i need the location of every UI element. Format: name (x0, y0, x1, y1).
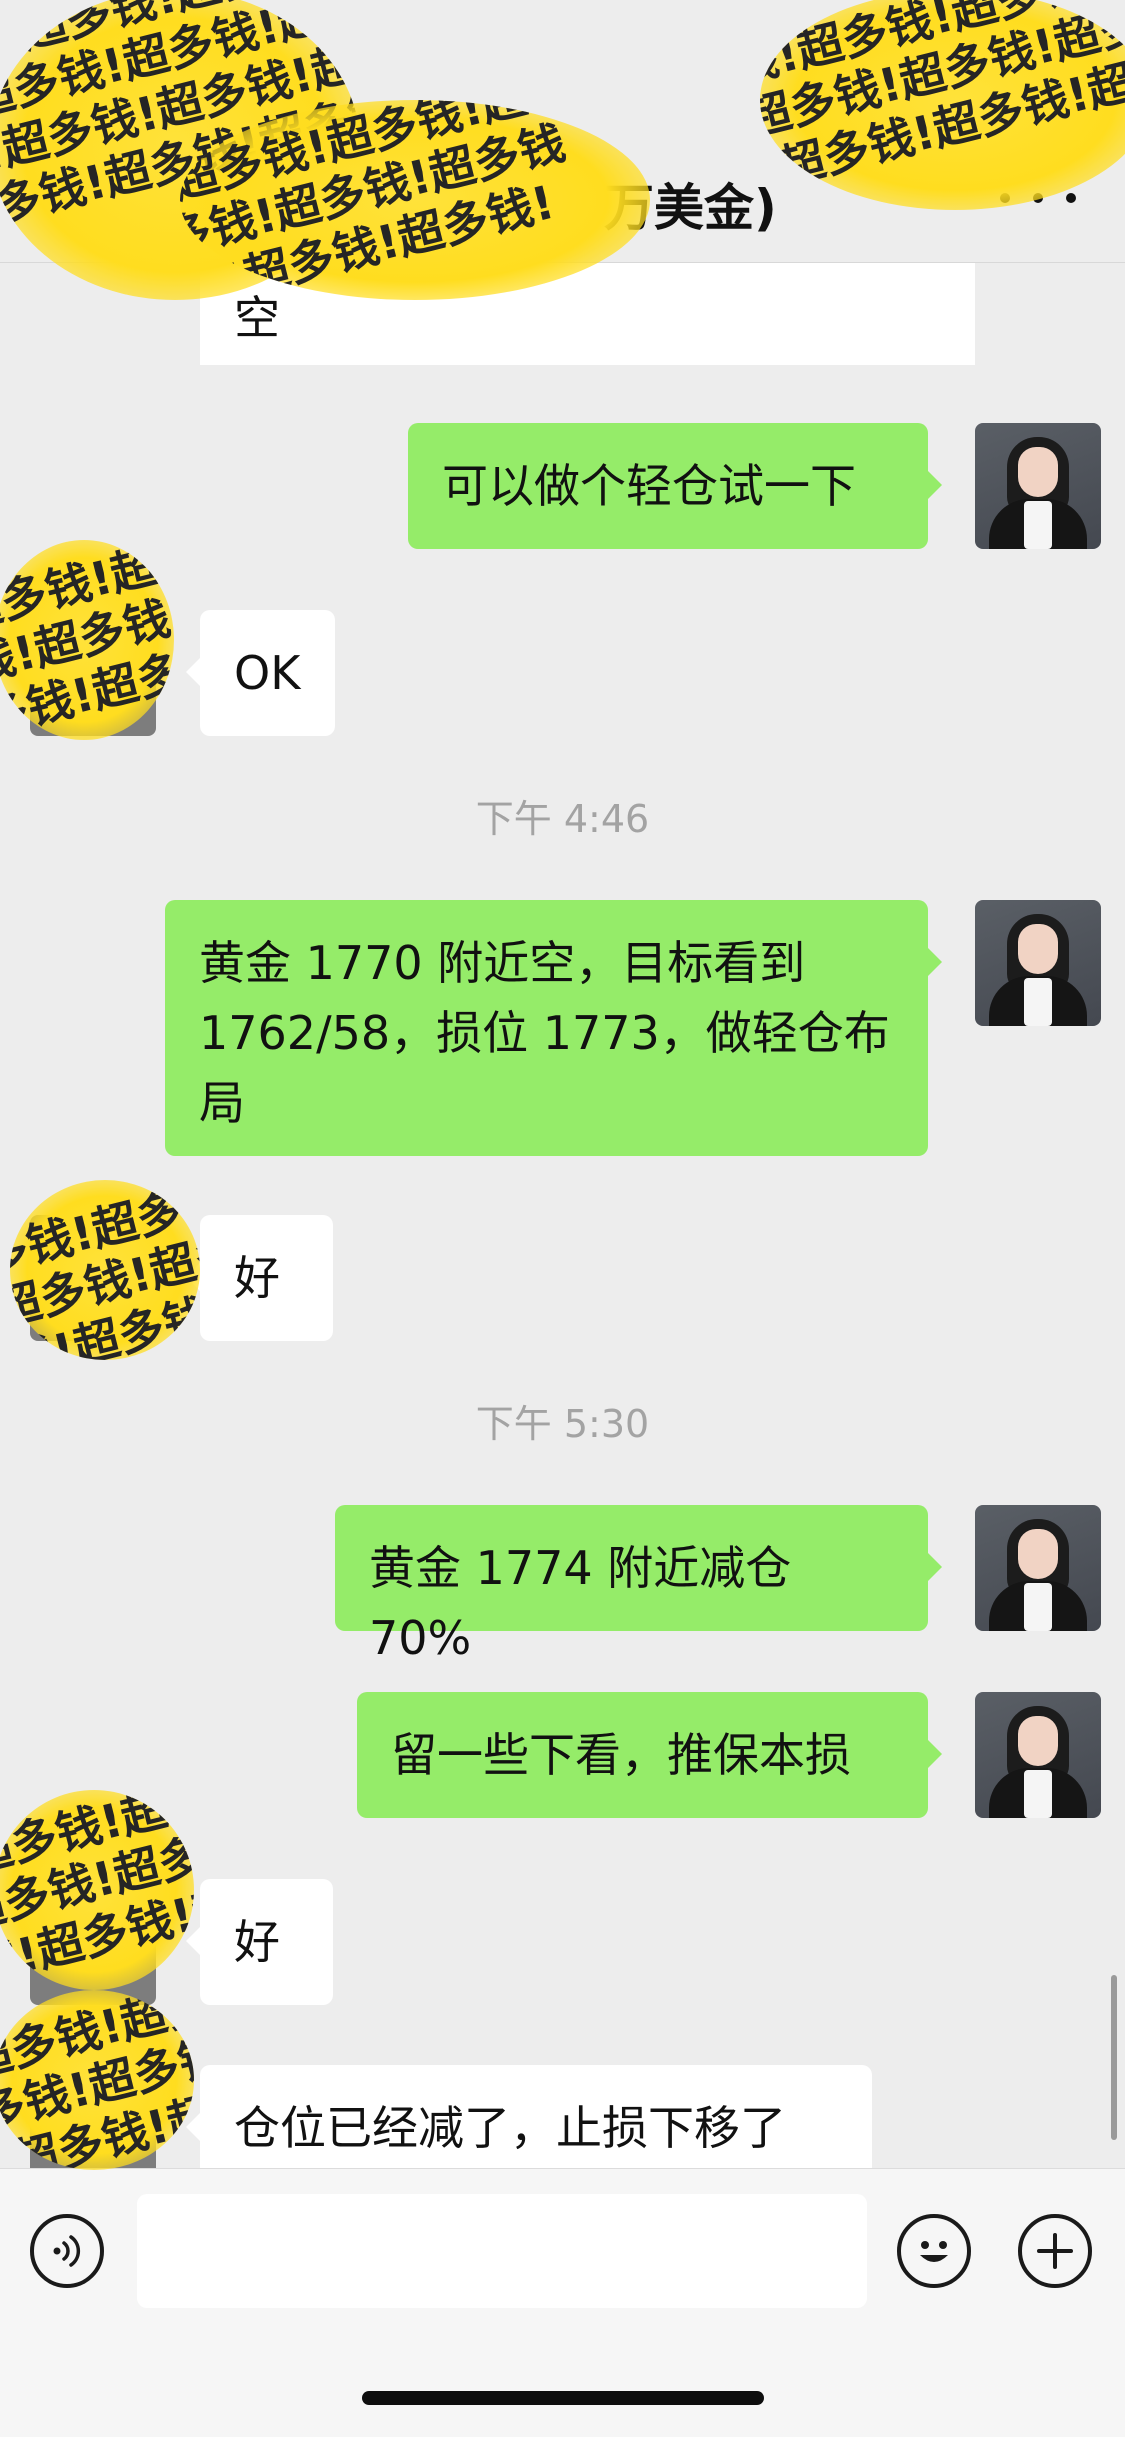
message-bubble-outgoing[interactable]: 留一些下看，推保本损 (357, 1692, 942, 1818)
message-input[interactable] (137, 2194, 867, 2308)
message-text: 留一些下看，推保本损 (391, 1728, 851, 1782)
voice-button[interactable] (30, 2214, 104, 2288)
message-bubble-incoming[interactable]: 仓位已经减了，止损下移了 (186, 2065, 872, 2168)
message-text: OK (234, 646, 301, 700)
self-avatar[interactable] (975, 1692, 1101, 1818)
self-avatar[interactable] (975, 423, 1101, 549)
message-text: 黄金 1774 附近减仓 70% (369, 1541, 792, 1665)
home-indicator[interactable] (362, 2391, 764, 2405)
ellipsis-icon-dot (1066, 193, 1076, 203)
message-bubble-outgoing[interactable]: 可以做个轻仓试一下 (408, 423, 942, 549)
message-text: 好 (234, 1915, 280, 1969)
message-bubble-incoming[interactable]: 好 (186, 1215, 333, 1341)
self-avatar[interactable] (975, 900, 1101, 1026)
self-avatar[interactable] (975, 1505, 1101, 1631)
message-bubble-outgoing[interactable]: 黄金 1770 附近空，目标看到 1762/58，损位 1773，做轻仓布局 (165, 900, 942, 1156)
message-text: 好 (234, 1251, 280, 1305)
watermark-sticker: !超多钱!超多钱!超 超多钱!超多钱!超多 钱!超多钱!超多钱! (0, 1790, 194, 1990)
watermark-sticker: 超多钱!超多钱!超多 钱!超多钱!超多钱! 多钱!超多钱!超多钱 (0, 540, 174, 740)
voice-icon (53, 2235, 81, 2267)
watermark-sticker: 多钱!超多钱!超多钱 超多钱!超多钱!超多 钱!超多钱!超多钱! (10, 1180, 200, 1360)
message-text: 黄金 1770 附近空，目标看到 1762/58，损位 1773，做轻仓布局 (199, 936, 890, 1130)
emoji-button[interactable] (897, 2214, 971, 2288)
message-bubble-incoming[interactable]: 好 (186, 1879, 333, 2005)
message-bubble-outgoing[interactable]: 黄金 1774 附近减仓 70% (335, 1505, 942, 1665)
emoji-icon (920, 2241, 948, 2262)
timestamp-label: 下午 4:46 (475, 797, 650, 841)
watermark-sticker: 钱!超多钱!超多钱! 超多钱!超多钱!超多 !超多钱!超多钱!超 (760, 0, 1125, 210)
plus-icon (1037, 2233, 1073, 2269)
message-bubble-incoming[interactable]: OK (186, 610, 335, 736)
timestamp-label: 下午 5:30 (475, 1402, 650, 1446)
watermark-sticker: !超多钱!超多钱!超 多钱!超多钱!超多钱 钱!超多钱!超多钱! (180, 100, 650, 300)
plus-button[interactable] (1018, 2214, 1092, 2288)
input-bar (0, 2168, 1125, 2437)
scrollbar[interactable] (1111, 1975, 1117, 2140)
watermark-sticker: 超多钱!超多钱!超多 多钱!超多钱!超多钱 !超多钱!超多钱!超 (0, 1990, 194, 2170)
message-text: 可以做个轻仓试一下 (442, 459, 856, 513)
message-text: 仓位已经减了，止损下移了 (234, 2101, 786, 2155)
